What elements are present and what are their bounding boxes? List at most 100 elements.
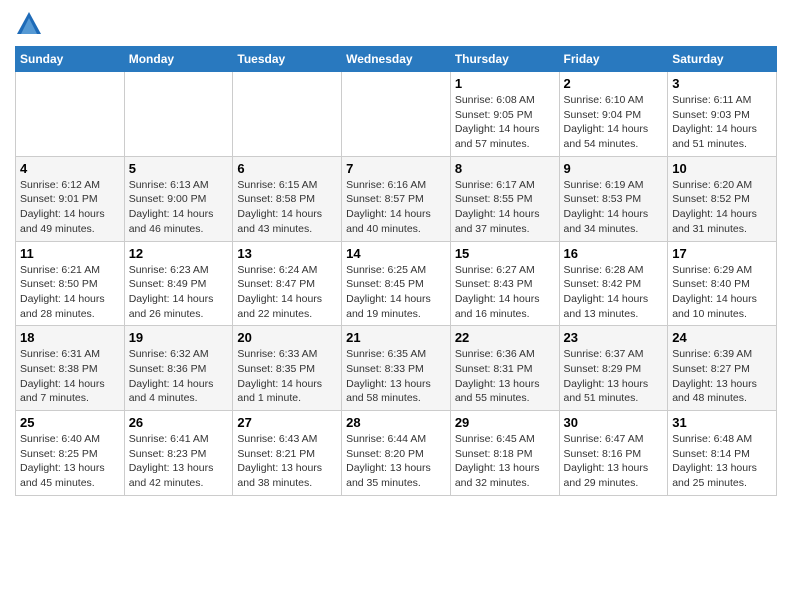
day-number: 8 — [455, 161, 555, 176]
calendar-cell: 29 Sunrise: 6:45 AMSunset: 8:18 PMDayligh… — [450, 411, 559, 496]
day-number: 26 — [129, 415, 229, 430]
day-number: 3 — [672, 76, 772, 91]
logo — [15, 10, 47, 38]
calendar-cell: 7Sunrise: 6:16 AMSunset: 8:57 PMDaylight… — [342, 156, 451, 241]
day-number: 24 — [672, 330, 772, 345]
calendar-cell: 6 Sunrise: 6:15 AMSunset: 8:58 PMDaylight… — [233, 156, 342, 241]
day-info: Sunrise: 6:43 AMSunset: 8:21 PMDaylight:… — [237, 432, 337, 491]
calendar-cell: 17Sunrise: 6:29 AMSunset: 8:40 PMDayligh… — [668, 241, 777, 326]
day-number: 28 — [346, 415, 446, 430]
calendar-week-row: 1 Sunrise: 6:08 AMSunset: 9:05 PMDaylight… — [16, 72, 777, 157]
day-info: Sunrise: 6:23 AMSunset: 8:49 PMDaylight:… — [129, 263, 229, 322]
day-info: Sunrise: 6:37 AMSunset: 8:29 PMDaylight:… — [564, 347, 664, 406]
calendar-cell: 16 Sunrise: 6:28 AMSunset: 8:42 PMDayligh… — [559, 241, 668, 326]
weekday-header: Saturday — [668, 47, 777, 72]
day-info: Sunrise: 6:36 AMSunset: 8:31 PMDaylight:… — [455, 347, 555, 406]
weekday-header: Monday — [124, 47, 233, 72]
day-number: 20 — [237, 330, 337, 345]
day-number: 16 — [564, 246, 664, 261]
calendar-cell: 3 Sunrise: 6:11 AMSunset: 9:03 PMDaylight… — [668, 72, 777, 157]
calendar-cell: 19Sunrise: 6:32 AMSunset: 8:36 PMDayligh… — [124, 326, 233, 411]
day-info: Sunrise: 6:08 AMSunset: 9:05 PMDaylight:… — [455, 93, 555, 152]
day-info: Sunrise: 6:21 AMSunset: 8:50 PMDaylight:… — [20, 263, 120, 322]
calendar-cell: 25 Sunrise: 6:40 AMSunset: 8:25 PMDayligh… — [16, 411, 125, 496]
day-info: Sunrise: 6:19 AMSunset: 8:53 PMDaylight:… — [564, 178, 664, 237]
day-info: Sunrise: 6:25 AMSunset: 8:45 PMDaylight:… — [346, 263, 446, 322]
day-info: Sunrise: 6:20 AMSunset: 8:52 PMDaylight:… — [672, 178, 772, 237]
day-info: Sunrise: 6:16 AMSunset: 8:57 PMDaylight:… — [346, 178, 446, 237]
page-header — [15, 10, 777, 38]
calendar-cell: 10 Sunrise: 6:20 AMSunset: 8:52 PMDayligh… — [668, 156, 777, 241]
day-number: 25 — [20, 415, 120, 430]
weekday-header: Wednesday — [342, 47, 451, 72]
logo-icon — [15, 10, 43, 38]
day-number: 13 — [237, 246, 337, 261]
day-info: Sunrise: 6:12 AMSunset: 9:01 PMDaylight:… — [20, 178, 120, 237]
calendar-cell: 31Sunrise: 6:48 AMSunset: 8:14 PMDayligh… — [668, 411, 777, 496]
calendar-cell: 4 Sunrise: 6:12 AMSunset: 9:01 PMDaylight… — [16, 156, 125, 241]
calendar-cell — [16, 72, 125, 157]
day-info: Sunrise: 6:33 AMSunset: 8:35 PMDaylight:… — [237, 347, 337, 406]
weekday-header: Tuesday — [233, 47, 342, 72]
day-number: 30 — [564, 415, 664, 430]
weekday-header: Friday — [559, 47, 668, 72]
weekday-header: Thursday — [450, 47, 559, 72]
day-number: 2 — [564, 76, 664, 91]
day-info: Sunrise: 6:35 AMSunset: 8:33 PMDaylight:… — [346, 347, 446, 406]
day-info: Sunrise: 6:32 AMSunset: 8:36 PMDaylight:… — [129, 347, 229, 406]
calendar-cell: 22 Sunrise: 6:36 AMSunset: 8:31 PMDayligh… — [450, 326, 559, 411]
day-number: 15 — [455, 246, 555, 261]
calendar-cell: 15Sunrise: 6:27 AMSunset: 8:43 PMDayligh… — [450, 241, 559, 326]
day-number: 10 — [672, 161, 772, 176]
day-info: Sunrise: 6:41 AMSunset: 8:23 PMDaylight:… — [129, 432, 229, 491]
calendar-cell: 21 Sunrise: 6:35 AMSunset: 8:33 PMDayligh… — [342, 326, 451, 411]
day-info: Sunrise: 6:40 AMSunset: 8:25 PMDaylight:… — [20, 432, 120, 491]
day-info: Sunrise: 6:29 AMSunset: 8:40 PMDaylight:… — [672, 263, 772, 322]
calendar-cell: 26 Sunrise: 6:41 AMSunset: 8:23 PMDayligh… — [124, 411, 233, 496]
calendar-cell: 30 Sunrise: 6:47 AMSunset: 8:16 PMDayligh… — [559, 411, 668, 496]
day-info: Sunrise: 6:28 AMSunset: 8:42 PMDaylight:… — [564, 263, 664, 322]
calendar-cell: 5Sunrise: 6:13 AMSunset: 9:00 PMDaylight… — [124, 156, 233, 241]
day-info: Sunrise: 6:24 AMSunset: 8:47 PMDaylight:… — [237, 263, 337, 322]
day-number: 5 — [129, 161, 229, 176]
day-number: 14 — [346, 246, 446, 261]
day-number: 18 — [20, 330, 120, 345]
day-info: Sunrise: 6:15 AMSunset: 8:58 PMDaylight:… — [237, 178, 337, 237]
calendar-cell: 24Sunrise: 6:39 AMSunset: 8:27 PMDayligh… — [668, 326, 777, 411]
calendar-cell: 27Sunrise: 6:43 AMSunset: 8:21 PMDayligh… — [233, 411, 342, 496]
calendar-week-row: 25 Sunrise: 6:40 AMSunset: 8:25 PMDayligh… — [16, 411, 777, 496]
day-info: Sunrise: 6:44 AMSunset: 8:20 PMDaylight:… — [346, 432, 446, 491]
calendar-cell: 20 Sunrise: 6:33 AMSunset: 8:35 PMDayligh… — [233, 326, 342, 411]
calendar-cell — [342, 72, 451, 157]
day-number: 22 — [455, 330, 555, 345]
calendar-cell: 9 Sunrise: 6:19 AMSunset: 8:53 PMDaylight… — [559, 156, 668, 241]
day-number: 1 — [455, 76, 555, 91]
calendar-cell: 11 Sunrise: 6:21 AMSunset: 8:50 PMDayligh… — [16, 241, 125, 326]
day-number: 9 — [564, 161, 664, 176]
day-info: Sunrise: 6:10 AMSunset: 9:04 PMDaylight:… — [564, 93, 664, 152]
day-number: 11 — [20, 246, 120, 261]
calendar-cell: 18 Sunrise: 6:31 AMSunset: 8:38 PMDayligh… — [16, 326, 125, 411]
calendar-week-row: 18 Sunrise: 6:31 AMSunset: 8:38 PMDayligh… — [16, 326, 777, 411]
header-row: SundayMondayTuesdayWednesdayThursdayFrid… — [16, 47, 777, 72]
calendar-cell: 28 Sunrise: 6:44 AMSunset: 8:20 PMDayligh… — [342, 411, 451, 496]
day-number: 21 — [346, 330, 446, 345]
day-info: Sunrise: 6:45 AMSunset: 8:18 PMDaylight:… — [455, 432, 555, 491]
day-number: 23 — [564, 330, 664, 345]
calendar-table: SundayMondayTuesdayWednesdayThursdayFrid… — [15, 46, 777, 496]
calendar-cell: 23 Sunrise: 6:37 AMSunset: 8:29 PMDayligh… — [559, 326, 668, 411]
day-info: Sunrise: 6:31 AMSunset: 8:38 PMDaylight:… — [20, 347, 120, 406]
day-info: Sunrise: 6:11 AMSunset: 9:03 PMDaylight:… — [672, 93, 772, 152]
calendar-cell — [233, 72, 342, 157]
day-number: 6 — [237, 161, 337, 176]
calendar-cell: 14 Sunrise: 6:25 AMSunset: 8:45 PMDayligh… — [342, 241, 451, 326]
calendar-cell: 12 Sunrise: 6:23 AMSunset: 8:49 PMDayligh… — [124, 241, 233, 326]
day-number: 12 — [129, 246, 229, 261]
day-number: 29 — [455, 415, 555, 430]
calendar-cell: 2 Sunrise: 6:10 AMSunset: 9:04 PMDaylight… — [559, 72, 668, 157]
calendar-cell: 1 Sunrise: 6:08 AMSunset: 9:05 PMDaylight… — [450, 72, 559, 157]
day-info: Sunrise: 6:47 AMSunset: 8:16 PMDaylight:… — [564, 432, 664, 491]
day-number: 4 — [20, 161, 120, 176]
calendar-cell — [124, 72, 233, 157]
day-info: Sunrise: 6:17 AMSunset: 8:55 PMDaylight:… — [455, 178, 555, 237]
